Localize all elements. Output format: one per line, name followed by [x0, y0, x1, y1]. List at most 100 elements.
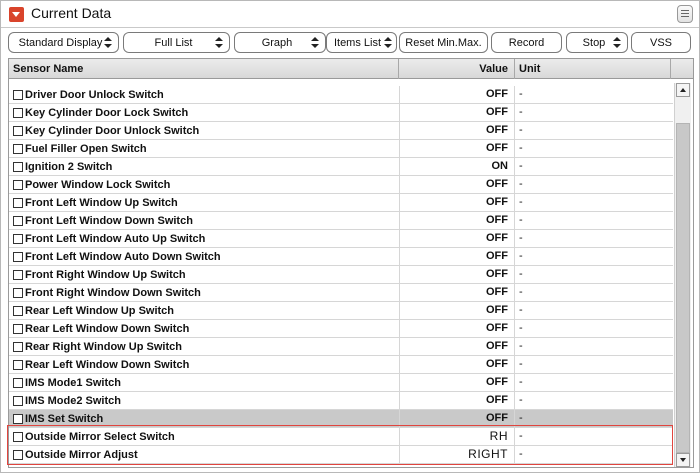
sensor-value: OFF — [399, 230, 515, 248]
sensor-name-cell: Key Cylinder Door Lock Switch — [9, 104, 399, 122]
sensor-unit: - — [519, 214, 523, 226]
row-checkbox[interactable] — [13, 162, 23, 172]
table-row[interactable]: Key Cylinder Door Lock Switch OFF - — [9, 104, 673, 122]
column-header-sensor-name[interactable]: Sensor Name — [9, 59, 399, 79]
table-row[interactable]: Outside Mirror Adjust RIGHT - — [9, 446, 673, 464]
row-checkbox[interactable] — [13, 378, 23, 388]
sensor-name: Driver Door Unlock Switch — [25, 88, 164, 101]
row-checkbox[interactable] — [13, 90, 23, 100]
sensor-name: Front Right Window Up Switch — [25, 268, 186, 281]
table-row[interactable]: Front Left Window Down Switch OFF - — [9, 212, 673, 230]
vertical-scrollbar[interactable] — [674, 83, 691, 467]
sensor-value: OFF — [399, 392, 515, 410]
graph-label: Graph — [261, 36, 293, 49]
table-row[interactable]: Power Window Lock Switch OFF - — [9, 176, 673, 194]
sensor-value: OFF — [399, 122, 515, 140]
sensor-unit: - — [519, 142, 523, 154]
table-row[interactable]: Rear Left Window Down Switch OFF - — [9, 356, 673, 374]
sensor-unit: - — [519, 178, 523, 190]
reset-min-max-button[interactable]: Reset Min.Max. — [399, 32, 488, 53]
sensor-value: OFF — [399, 302, 515, 320]
scrollbar-thumb[interactable] — [676, 123, 690, 453]
sensor-name-cell: Front Left Window Up Switch — [9, 194, 399, 212]
sensor-unit: - — [519, 286, 523, 298]
column-header-value[interactable]: Value — [399, 59, 515, 79]
list-menu-icon[interactable] — [677, 5, 693, 23]
sensor-value: OFF — [399, 194, 515, 212]
sensor-name: Fuel Filler Open Switch — [25, 142, 147, 155]
table-row[interactable]: Outside Mirror Select Switch RH - — [9, 428, 673, 446]
sensor-value: ON — [399, 158, 515, 176]
standard-display-select[interactable]: Standard Display — [8, 32, 119, 53]
row-checkbox[interactable] — [13, 216, 23, 226]
graph-select[interactable]: Graph — [234, 32, 326, 53]
row-checkbox[interactable] — [13, 234, 23, 244]
row-checkbox[interactable] — [13, 450, 23, 460]
vss-button[interactable]: VSS — [631, 32, 691, 53]
table-row[interactable]: Front Left Window Up Switch OFF - — [9, 194, 673, 212]
row-checkbox[interactable] — [13, 180, 23, 190]
sensor-name: Power Window Lock Switch — [25, 178, 171, 191]
row-checkbox[interactable] — [13, 306, 23, 316]
sensor-value: RIGHT — [399, 446, 515, 464]
row-checkbox[interactable] — [13, 108, 23, 118]
record-button[interactable]: Record — [491, 32, 562, 53]
updown-arrow-icon — [311, 37, 319, 48]
row-checkbox[interactable] — [13, 144, 23, 154]
row-checkbox[interactable] — [13, 342, 23, 352]
panel-title: Current Data — [31, 5, 112, 21]
table-row[interactable]: IMS Mode2 Switch OFF - — [9, 392, 673, 410]
sensor-name-cell: IMS Set Switch — [9, 410, 399, 428]
sensor-name-cell: Front Right Window Down Switch — [9, 284, 399, 302]
title-bar: Current Data — [1, 1, 699, 28]
row-checkbox[interactable] — [13, 432, 23, 442]
scroll-down-icon[interactable] — [676, 453, 690, 467]
column-header-unit[interactable]: Unit — [515, 59, 671, 79]
full-list-select[interactable]: Full List — [123, 32, 230, 53]
row-checkbox[interactable] — [13, 288, 23, 298]
table-row[interactable]: Front Left Window Auto Up Switch OFF - — [9, 230, 673, 248]
sensor-name-cell: Front Right Window Up Switch — [9, 266, 399, 284]
sensor-name-cell: Rear Left Window Up Switch — [9, 302, 399, 320]
row-checkbox[interactable] — [13, 198, 23, 208]
stop-select[interactable]: Stop — [566, 32, 628, 53]
sensor-value: OFF — [399, 320, 515, 338]
table-row[interactable]: IMS Mode1 Switch OFF - — [9, 374, 673, 392]
row-checkbox[interactable] — [13, 252, 23, 262]
sensor-name: Front Left Window Down Switch — [25, 214, 193, 227]
table-row[interactable]: Front Right Window Down Switch OFF - — [9, 284, 673, 302]
table-row[interactable]: Front Left Window Auto Down Switch OFF - — [9, 248, 673, 266]
scroll-up-icon[interactable] — [676, 83, 690, 97]
row-checkbox[interactable] — [13, 360, 23, 370]
table-row[interactable]: Ignition 2 Switch ON - — [9, 158, 673, 176]
items-list-label: Items List — [333, 36, 382, 49]
sensor-unit: - — [519, 394, 523, 406]
table-row[interactable]: Driver Door Unlock Switch OFF - — [9, 86, 673, 104]
sensor-name: IMS Set Switch — [25, 412, 104, 425]
sensor-name: Rear Left Window Down Switch — [25, 358, 190, 371]
sensor-name-cell: Outside Mirror Adjust — [9, 446, 399, 464]
items-list-select[interactable]: Items List — [326, 32, 397, 53]
sensor-value: OFF — [399, 356, 515, 374]
sensor-value: OFF — [399, 104, 515, 122]
sensor-unit: - — [519, 448, 523, 460]
row-checkbox[interactable] — [13, 324, 23, 334]
table-row[interactable]: Rear Left Window Down Switch OFF - — [9, 320, 673, 338]
chevron-down-icon[interactable] — [9, 7, 24, 22]
table-row[interactable]: Rear Right Window Up Switch OFF - — [9, 338, 673, 356]
row-checkbox[interactable] — [13, 414, 23, 424]
table-row[interactable]: IMS Set Switch OFF - — [9, 410, 673, 428]
sensor-unit: - — [519, 232, 523, 244]
table-row[interactable]: Fuel Filler Open Switch OFF - — [9, 140, 673, 158]
sensor-table: Sensor Name Value Unit Driver Door Unloc… — [8, 58, 694, 468]
table-row[interactable]: Rear Left Window Up Switch OFF - — [9, 302, 673, 320]
row-checkbox[interactable] — [13, 396, 23, 406]
sensor-unit: - — [519, 124, 523, 136]
table-row[interactable]: Front Right Window Up Switch OFF - — [9, 266, 673, 284]
stop-label: Stop — [582, 36, 606, 49]
table-row[interactable]: Key Cylinder Door Unlock Switch OFF - — [9, 122, 673, 140]
row-checkbox[interactable] — [13, 270, 23, 280]
sensor-name: Key Cylinder Door Lock Switch — [25, 106, 189, 119]
row-checkbox[interactable] — [13, 126, 23, 136]
sensor-unit: - — [519, 376, 523, 388]
